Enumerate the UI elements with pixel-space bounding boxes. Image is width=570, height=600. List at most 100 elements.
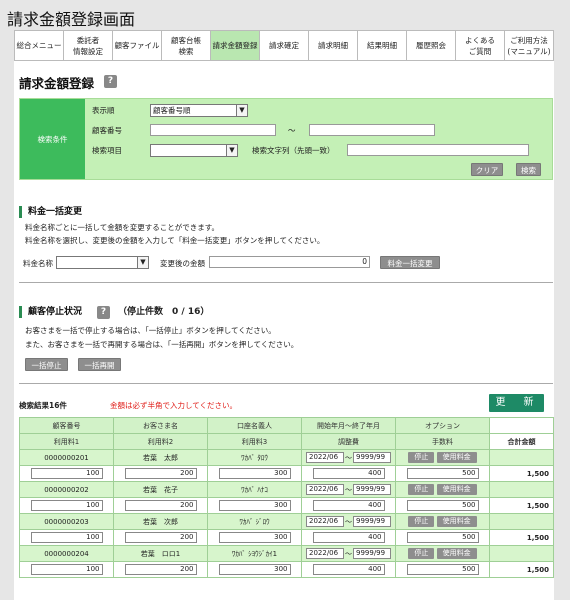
stop-button[interactable]: 停止	[408, 452, 435, 463]
adjustment-input[interactable]: 400	[312, 468, 385, 479]
nav-general-menu[interactable]: 総合メニュー	[15, 31, 64, 60]
usage-fee-button[interactable]: 使用料金	[436, 484, 477, 495]
fee-1-input[interactable]: 100	[30, 532, 103, 543]
search-item-select[interactable]: ▼	[150, 144, 238, 157]
option-cell: 停止 使用料金	[395, 449, 490, 466]
usage-fee-button[interactable]: 使用料金	[436, 452, 477, 463]
col-period: 開始年月～終了年月	[301, 417, 396, 434]
fee-3-input[interactable]: 300	[218, 468, 291, 479]
commission-input[interactable]: 500	[406, 564, 479, 575]
sort-order-value: 顧客番号順	[153, 106, 191, 115]
fee-3-input[interactable]: 300	[218, 564, 291, 575]
page-title: 請求金額登録	[19, 76, 95, 91]
customer-number: 0000000202	[19, 481, 114, 498]
search-text-input[interactable]	[347, 144, 529, 156]
nav-customer-file[interactable]: 顧客ファイル	[113, 31, 162, 60]
search-conditions-panel: 検索条件 表示順 顧客番号順 ▼ 顧客番号 ～ 検索項目 ▼ 検索文字列（先頭一…	[19, 98, 553, 180]
range-separator: ～	[345, 485, 352, 494]
results-count: 検索結果16件	[19, 401, 67, 410]
bulk-change-desc-2: 料金名称を選択し、変更後の金額を入力して「料金一括変更」ボタンを押してください。	[25, 236, 325, 245]
total-amount: 1,500	[489, 529, 554, 546]
customer-number-from-input[interactable]	[150, 124, 276, 136]
adjustment-input[interactable]: 400	[312, 500, 385, 511]
adjustment-input[interactable]: 400	[312, 564, 385, 575]
start-month-input[interactable]: 2022/06	[306, 548, 344, 559]
results-table: 顧客番号 お客さま名 口座名義人 開始年月～終了年月 オプション 利用料1 利用…	[19, 417, 554, 578]
end-month-input[interactable]: 9999/99	[353, 452, 391, 463]
commission-input[interactable]: 500	[406, 532, 479, 543]
col-fee-3: 利用料3	[207, 433, 302, 450]
nav-billing-amount-registration[interactable]: 請求金額登録	[211, 31, 260, 60]
total-amount: 1,500	[489, 465, 554, 482]
clear-button[interactable]: クリア	[471, 163, 503, 176]
search-button[interactable]: 検索	[516, 163, 541, 176]
bulk-change-button[interactable]: 料金一括変更	[380, 256, 440, 269]
start-month-input[interactable]: 2022/06	[306, 452, 344, 463]
total-amount: 1,500	[489, 561, 554, 578]
half-width-notice: 金額は必ず半角で入力してください。	[110, 401, 238, 410]
stop-button[interactable]: 停止	[408, 548, 435, 559]
fee-1-input[interactable]: 100	[30, 564, 103, 575]
window-title: 請求金額登録画面	[7, 10, 136, 29]
new-amount-input[interactable]: 0	[209, 256, 370, 268]
stop-all-button[interactable]: 一括停止	[25, 358, 68, 371]
account-holder: ﾜｶﾊﾞ ｼﾞﾛｳ	[207, 513, 302, 530]
fee-2-input[interactable]: 200	[124, 564, 197, 575]
end-month-input[interactable]: 9999/99	[353, 484, 391, 495]
range-separator: ～	[288, 126, 296, 135]
table-row: 0000000201 若葉 太郎 ﾜｶﾊﾞ ﾀﾛｳ 2022/06 ～ 9999/9…	[19, 449, 554, 466]
commission-input[interactable]: 500	[406, 500, 479, 511]
fee-1-input[interactable]: 100	[30, 500, 103, 511]
stop-desc-2: また、お客さまを一括で再開する場合は、「一括再開」ボタンを押してください。	[25, 340, 299, 349]
sort-order-select[interactable]: 顧客番号順 ▼	[150, 104, 248, 117]
nav-manual[interactable]: ご利用方法 (マニュアル)	[505, 31, 553, 60]
help-icon[interactable]: ?	[97, 306, 110, 319]
total-empty	[489, 481, 554, 498]
customer-number-label: 顧客番号	[92, 126, 122, 135]
end-month-input[interactable]: 9999/99	[353, 516, 391, 527]
start-month-input[interactable]: 2022/06	[306, 516, 344, 527]
end-month-input[interactable]: 9999/99	[353, 548, 391, 559]
fee-name-select[interactable]: ▼	[56, 256, 149, 269]
fee-2-input[interactable]: 200	[124, 532, 197, 543]
nav-faq[interactable]: よくある ご質問	[456, 31, 505, 60]
divider	[19, 282, 553, 283]
fee-2-input[interactable]: 200	[124, 500, 197, 511]
fee-3-input[interactable]: 300	[218, 532, 291, 543]
fee-2-input[interactable]: 200	[124, 468, 197, 479]
adjustment-input[interactable]: 400	[312, 532, 385, 543]
resume-all-button[interactable]: 一括再開	[78, 358, 121, 371]
fee-1-input[interactable]: 100	[30, 468, 103, 479]
range-separator: ～	[345, 549, 352, 558]
range-separator: ～	[345, 517, 352, 526]
chevron-down-icon: ▼	[137, 257, 148, 268]
total-empty	[489, 513, 554, 530]
col-adjustment: 調整費	[301, 433, 396, 450]
fee-3-input[interactable]: 300	[218, 500, 291, 511]
table-row: 100 200 300 400 500 1,500	[19, 465, 554, 482]
nav-history-inquiry[interactable]: 履歴照会	[407, 31, 456, 60]
nav-customer-ledger-search[interactable]: 顧客台帳 検索	[162, 31, 211, 60]
update-button[interactable]: 更 新	[489, 394, 544, 412]
customer-number-to-input[interactable]	[309, 124, 435, 136]
commission-input[interactable]: 500	[406, 468, 479, 479]
nav-consignor-settings[interactable]: 委託者 情報設定	[64, 31, 113, 60]
usage-fee-button[interactable]: 使用料金	[436, 516, 477, 527]
table-row: 100 200 300 400 500 1,500	[19, 529, 554, 546]
start-month-input[interactable]: 2022/06	[306, 484, 344, 495]
table-row: 0000000203 若葉 次郎 ﾜｶﾊﾞ ｼﾞﾛｳ 2022/06 ～ 9999/…	[19, 513, 554, 530]
usage-fee-button[interactable]: 使用料金	[436, 548, 477, 559]
stop-button[interactable]: 停止	[408, 484, 435, 495]
new-amount-label: 変更後の金額	[160, 259, 205, 268]
search-item-label: 検索項目	[92, 146, 122, 155]
fee-name-label: 料金名称	[23, 259, 53, 268]
stop-button[interactable]: 停止	[408, 516, 435, 527]
nav-billing-confirm[interactable]: 請求確定	[260, 31, 309, 60]
help-icon[interactable]: ?	[104, 75, 117, 88]
table-row: 100 200 300 400 500 1,500	[19, 497, 554, 514]
total-empty	[489, 545, 554, 562]
total-amount: 1,500	[489, 497, 554, 514]
range-separator: ～	[345, 453, 352, 462]
nav-billing-details[interactable]: 請求明細	[309, 31, 358, 60]
nav-result-details[interactable]: 結果明細	[358, 31, 407, 60]
